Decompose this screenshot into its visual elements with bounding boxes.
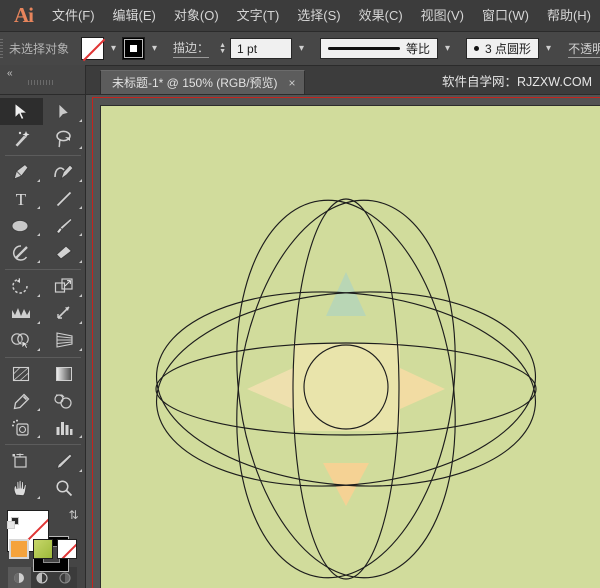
tool-row <box>0 212 85 239</box>
curvature-tool[interactable] <box>43 158 86 185</box>
menu-item-object[interactable]: 对象(O) <box>165 0 228 32</box>
selection-tool[interactable] <box>0 98 43 125</box>
tool-row <box>0 125 85 152</box>
normal-screen-mode-icon[interactable] <box>8 567 31 588</box>
column-graph-tool[interactable] <box>43 414 86 441</box>
stroke-profile-select[interactable]: 等比 <box>320 38 439 59</box>
menu-item-file[interactable]: 文件(F) <box>43 0 104 32</box>
color-swatch[interactable] <box>8 539 29 560</box>
stroke-profile-chevron-down-icon[interactable] <box>439 37 456 60</box>
ellipse-tool[interactable] <box>0 212 43 239</box>
stroke-profile-label: 等比 <box>406 42 431 56</box>
menu-item-view[interactable]: 视图(V) <box>412 0 473 32</box>
stroke-weight-input[interactable]: 1 pt <box>230 38 293 59</box>
free-transform-tool[interactable] <box>43 300 86 327</box>
stroke-swatch-button[interactable] <box>122 37 146 60</box>
menu-item-effect[interactable]: 效果(C) <box>350 0 412 32</box>
none-swatch[interactable] <box>56 539 77 560</box>
brush-definition-chevron-down-icon[interactable] <box>540 37 557 60</box>
stroke-weight-label[interactable]: 描边： <box>173 39 210 58</box>
artboard[interactable] <box>100 105 600 588</box>
tool-row <box>0 327 85 354</box>
slice-tool[interactable] <box>43 448 86 475</box>
canvas-area[interactable] <box>86 95 600 588</box>
stroke-weight-chevron-down-icon[interactable] <box>293 37 310 60</box>
tool-row <box>0 98 85 125</box>
menu-item-help[interactable]: 帮助(H) <box>538 0 600 32</box>
brush-definition-select[interactable]: 3 点圆形 <box>466 38 540 59</box>
shaper-tool[interactable] <box>0 239 43 266</box>
gradient-swatch[interactable] <box>32 539 53 560</box>
right-triangle <box>400 368 445 409</box>
paintbrush-tool[interactable] <box>43 212 86 239</box>
filled-regions <box>247 272 445 506</box>
opacity-label[interactable]: 不透明 <box>568 40 600 58</box>
stroke-swatch-chevron-down-icon[interactable] <box>146 37 163 60</box>
menu-item-type[interactable]: 文字(T) <box>228 0 289 32</box>
shape-builder-tool[interactable] <box>0 327 43 354</box>
line-segment-tool[interactable] <box>43 185 86 212</box>
eraser-tool[interactable] <box>43 239 86 266</box>
lasso-tool[interactable] <box>43 125 86 152</box>
perspective-grid-tool[interactable] <box>43 327 86 354</box>
type-tool[interactable]: T <box>0 185 43 212</box>
tool-row <box>0 414 85 441</box>
document-tab-title: 未标题-1* @ 150% (RGB/预览) <box>112 76 278 90</box>
default-fill-stroke-icon[interactable] <box>6 517 21 531</box>
tool-row <box>0 360 85 387</box>
tool-row <box>0 448 85 475</box>
menu-bar: Ai 文件(F) 编辑(E) 对象(O) 文字(T) 选择(S) 效果(C) 视… <box>0 0 600 32</box>
collapse-panel-icon[interactable]: « <box>7 68 12 79</box>
bottom-triangle <box>323 463 369 506</box>
artboard-tool[interactable] <box>0 448 43 475</box>
brush-definition-label: 3 点圆形 <box>485 42 532 56</box>
tool-row <box>0 475 85 502</box>
menu-item-select[interactable]: 选择(S) <box>288 0 349 32</box>
magic-wand-tool[interactable] <box>0 125 43 152</box>
tools-panel: T ⇅ <box>0 95 86 588</box>
gradient-tool[interactable] <box>43 360 86 387</box>
document-tab[interactable]: 未标题-1* @ 150% (RGB/预览) × <box>100 70 305 94</box>
workspace: T ⇅ <box>0 95 600 588</box>
mesh-tool[interactable] <box>0 360 43 387</box>
tool-row <box>0 239 85 266</box>
direct-selection-tool[interactable] <box>43 98 86 125</box>
tool-row <box>0 158 85 185</box>
tool-row <box>0 387 85 414</box>
fill-swatch-chevron-down-icon[interactable] <box>105 37 122 60</box>
stroke-profile-preview-icon <box>328 47 401 50</box>
svg-text:T: T <box>16 190 27 208</box>
watermark-text: 软件自学网：RJZXW.COM <box>442 75 592 89</box>
pen-tool[interactable] <box>0 158 43 185</box>
left-triangle <box>247 368 293 409</box>
artwork-sphere-ellipses[interactable] <box>101 106 600 588</box>
app-logo: Ai <box>13 3 34 27</box>
tool-row: T <box>0 185 85 212</box>
tool-row <box>0 273 85 300</box>
tool-row <box>0 300 85 327</box>
scale-tool[interactable] <box>43 273 86 300</box>
toolbar-drag-handle[interactable] <box>28 80 54 85</box>
center-square <box>293 343 400 431</box>
rotate-tool[interactable] <box>0 273 43 300</box>
menu-item-window[interactable]: 窗口(W) <box>473 0 538 32</box>
menu-item-edit[interactable]: 编辑(E) <box>104 0 165 32</box>
document-tab-bar: « 未标题-1* @ 150% (RGB/预览) × 软件自学网：RJZXW.C… <box>0 65 600 95</box>
color-mode-swatches <box>8 539 77 560</box>
eyedropper-tool[interactable] <box>0 387 43 414</box>
blend-tool[interactable] <box>43 387 86 414</box>
hand-tool[interactable] <box>0 475 43 502</box>
close-icon[interactable]: × <box>289 76 296 90</box>
stroke-weight-stepper[interactable]: ▲ ▼ <box>218 42 227 55</box>
control-bar: 未选择对象 描边： ▲▼ 1 pt 等比 3 点圆形 不透明 <box>0 32 600 66</box>
width-tool[interactable] <box>0 300 43 327</box>
zoom-tool[interactable] <box>43 475 86 502</box>
fill-swatch-button[interactable] <box>81 37 105 60</box>
symbol-sprayer-tool[interactable] <box>0 414 43 441</box>
color-controls: ⇅ <box>5 508 81 572</box>
toolbar-header: « <box>0 65 86 94</box>
selection-status-label: 未选择对象 <box>9 42 70 56</box>
brush-preview-icon <box>474 46 480 51</box>
swap-fill-stroke-icon[interactable]: ⇅ <box>68 508 78 522</box>
